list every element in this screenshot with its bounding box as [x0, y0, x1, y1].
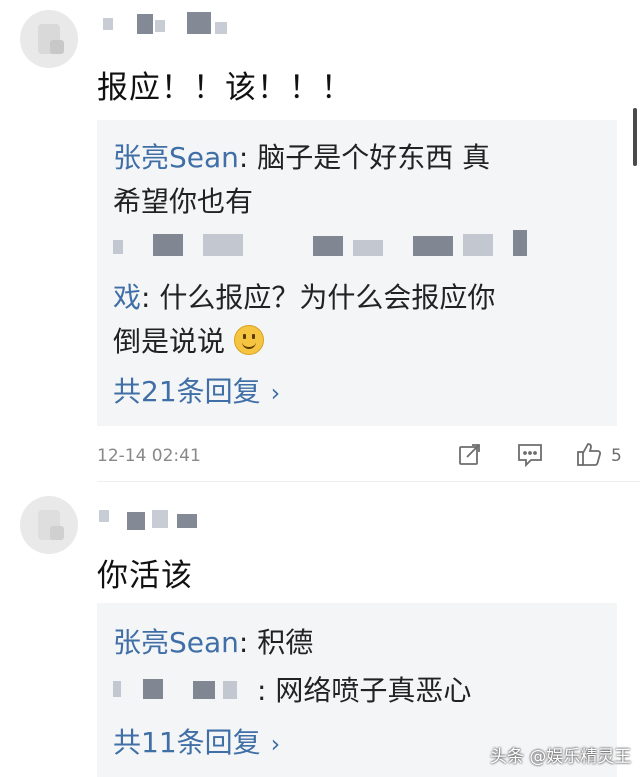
view-more-replies-link[interactable]: 共11条回复 ›	[113, 721, 280, 761]
comment-text: 你活该	[97, 558, 193, 594]
scrollbar[interactable]	[633, 108, 637, 166]
like-button[interactable]	[576, 441, 602, 471]
reply-text: : 什么报应？为什么会报应你	[141, 281, 496, 314]
reply-username[interactable]: 张亮Sean	[113, 141, 239, 174]
avatar[interactable]	[20, 10, 78, 68]
avatar[interactable]	[20, 496, 78, 554]
smile-emoji-icon	[233, 325, 264, 355]
reply-text-continued: 倒是说说	[113, 325, 226, 358]
like-count: 5	[611, 446, 622, 466]
comment-text: 报应！！该！！！	[97, 70, 353, 106]
reply-username[interactable]: 戏	[113, 281, 141, 314]
reply-line: 张亮Sean: 积德	[113, 621, 313, 661]
reply-text-continued: 希望你也有	[113, 185, 254, 218]
comment-icon[interactable]	[517, 443, 543, 471]
comment-timestamp: 12-14 02:41	[97, 446, 201, 466]
reply-text: : 网络喷子真恶心	[257, 674, 472, 707]
reply-preview-box[interactable]: 张亮Sean: 脑子是个好东西 真 希望你也有 戏: 什么报应？为什么会报应你 …	[97, 120, 617, 426]
thumbs-up-icon	[577, 443, 602, 466]
reply-line: 戏: 什么报应？为什么会报应你	[113, 276, 495, 316]
reply-line-continued: 倒是说说	[113, 320, 264, 360]
share-icon[interactable]	[458, 443, 482, 471]
view-more-replies-link[interactable]: 共21条回复 ›	[113, 370, 280, 410]
view-more-replies-label: 共11条回复	[113, 726, 261, 759]
view-more-replies-label: 共21条回复	[113, 375, 261, 408]
username-blurred[interactable]	[97, 12, 247, 34]
chevron-right-icon: ›	[270, 730, 281, 758]
reply-username[interactable]: 张亮Sean	[113, 626, 239, 659]
reply-line: 张亮Sean: 脑子是个好东西 真	[113, 136, 490, 176]
reply-text-content: 网络喷子真恶心	[275, 674, 472, 707]
watermark: 头条 @娱乐精灵王	[490, 747, 632, 767]
reply-text: : 积德	[238, 626, 314, 659]
username-blurred[interactable]	[97, 506, 217, 530]
chevron-right-icon: ›	[270, 379, 281, 407]
reply-username-blurred[interactable]	[113, 230, 533, 260]
divider	[97, 481, 640, 482]
reply-text: : 脑子是个好东西 真	[238, 141, 491, 174]
reply-username-blurred[interactable]	[113, 675, 253, 703]
